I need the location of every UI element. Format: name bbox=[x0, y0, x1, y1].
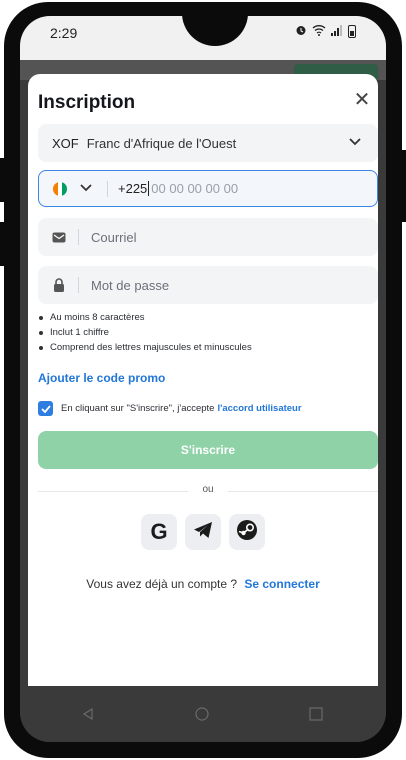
alarm-icon bbox=[295, 24, 307, 39]
login-link[interactable]: Se connecter bbox=[244, 577, 319, 591]
password-rules: Au moins 8 caractères Inclut 1 chiffre C… bbox=[38, 310, 252, 355]
camera-notch bbox=[182, 16, 248, 46]
currency-code: XOF bbox=[52, 135, 79, 151]
phone-prefix: +225 bbox=[118, 181, 148, 196]
terms-row: En cliquant sur "S'inscrire", j'accepte … bbox=[38, 401, 302, 416]
steam-icon bbox=[236, 519, 258, 546]
lock-icon bbox=[52, 278, 66, 292]
text-caret bbox=[148, 181, 150, 196]
envelope-icon bbox=[52, 230, 66, 244]
modal-title: Inscription bbox=[38, 92, 136, 113]
ivory-coast-flag-icon[interactable] bbox=[53, 181, 67, 196]
home-icon[interactable] bbox=[192, 704, 212, 724]
signup-modal: Inscription ✕ XOF Franc d'Afrique de l'O… bbox=[28, 74, 378, 686]
google-login-button[interactable]: G bbox=[141, 514, 177, 550]
password-rule: Inclut 1 chiffre bbox=[38, 325, 252, 340]
email-field[interactable]: Courriel bbox=[38, 218, 378, 256]
volume-down-button bbox=[0, 222, 10, 266]
phone-input[interactable]: +225 00 00 00 00 00 bbox=[38, 170, 378, 207]
terms-checkbox[interactable] bbox=[38, 401, 53, 416]
google-icon: G bbox=[150, 519, 168, 544]
or-divider: ou bbox=[38, 484, 378, 498]
telegram-login-button[interactable] bbox=[185, 514, 221, 550]
social-login-buttons: G bbox=[28, 514, 378, 550]
login-row: Vous avez déjà un compte ? Se connecter bbox=[28, 577, 378, 591]
telegram-icon bbox=[193, 521, 213, 544]
currency-name: Franc d'Afrique de l'Ouest bbox=[86, 135, 237, 151]
password-placeholder: Mot de passe bbox=[91, 277, 170, 293]
currency-select[interactable]: XOF Franc d'Afrique de l'Ouest bbox=[38, 124, 378, 162]
signup-button[interactable]: S'inscrire bbox=[38, 431, 378, 469]
close-icon[interactable]: ✕ bbox=[352, 90, 372, 110]
status-time: 2:29 bbox=[50, 25, 78, 41]
email-placeholder: Courriel bbox=[91, 229, 137, 245]
power-button bbox=[396, 150, 406, 222]
chevron-down-icon[interactable] bbox=[79, 180, 93, 197]
divider-line bbox=[228, 491, 378, 492]
signal-icon bbox=[331, 24, 343, 39]
back-icon[interactable] bbox=[78, 704, 98, 724]
divider bbox=[78, 277, 79, 293]
status-bar: 2:29 bbox=[20, 16, 386, 60]
chevron-down-icon bbox=[348, 134, 362, 151]
password-rule: Comprend des lettres majuscules et minus… bbox=[38, 340, 252, 355]
battery-icon bbox=[348, 25, 356, 38]
login-text: Vous avez déjà un compte ? bbox=[86, 577, 238, 591]
user-agreement-link[interactable]: l'accord utilisateur bbox=[217, 403, 301, 414]
add-promo-code-link[interactable]: Ajouter le code promo bbox=[38, 371, 165, 385]
phone-placeholder: 00 00 00 00 00 bbox=[151, 181, 239, 196]
password-rule: Au moins 8 caractères bbox=[38, 310, 252, 325]
wifi-icon bbox=[312, 24, 326, 39]
password-field[interactable]: Mot de passe bbox=[38, 266, 378, 304]
divider bbox=[107, 180, 108, 197]
steam-login-button[interactable] bbox=[229, 514, 265, 550]
terms-text: En cliquant sur "S'inscrire", j'accepte bbox=[61, 403, 215, 414]
android-nav-bar bbox=[20, 686, 386, 742]
phone-screen: 2:29 Inscription ✕ XOF Franc d'Afrique d… bbox=[20, 16, 386, 742]
or-label: ou bbox=[202, 484, 214, 495]
volume-up-button bbox=[0, 158, 10, 202]
divider bbox=[78, 229, 79, 245]
recent-apps-icon[interactable] bbox=[306, 704, 326, 724]
status-icons bbox=[295, 24, 356, 39]
